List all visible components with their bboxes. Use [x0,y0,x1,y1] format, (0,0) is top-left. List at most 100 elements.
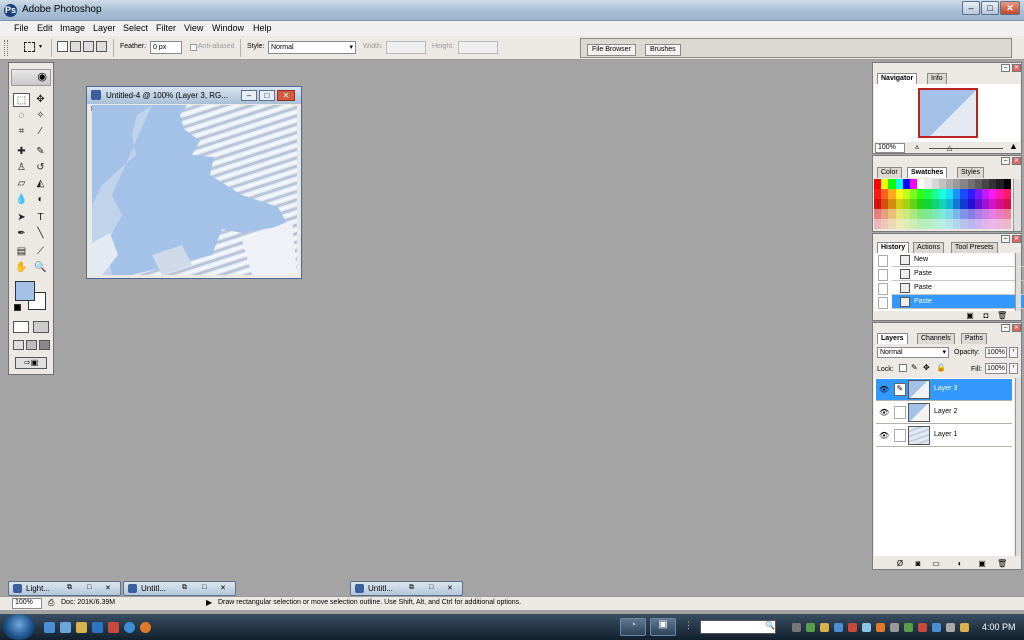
color-swatch[interactable] [895,189,903,199]
zoom-tool-icon[interactable]: 🔍 [32,261,49,275]
layer-row[interactable]: 👁 Layer 2 [876,402,1012,424]
panel-close-icon[interactable]: ✕ [1012,324,1021,332]
color-swatch[interactable] [917,219,925,229]
color-swatch[interactable] [917,189,925,199]
color-swatch[interactable] [967,219,975,229]
tab-file-browser[interactable]: File Browser [587,44,636,56]
quick-mask-icon[interactable] [33,321,49,333]
paint-bucket-icon[interactable]: ◭ [32,177,49,191]
restore-button[interactable]: □ [981,1,999,15]
tab-styles[interactable]: Styles [957,167,985,178]
color-swatch[interactable] [888,179,896,189]
internet-explorer-icon[interactable] [124,622,135,633]
tray-icon[interactable] [848,623,857,632]
full-screen-icon[interactable] [39,340,50,350]
history-brush-source-box[interactable] [878,255,888,267]
search-icon[interactable]: 🔍 [765,621,775,630]
color-swatch[interactable] [874,189,882,199]
menu-layer[interactable]: Layer [93,23,116,33]
color-swatch[interactable] [895,199,903,209]
color-swatch[interactable] [967,179,975,189]
trash-icon[interactable]: 🗑 [997,558,1007,570]
slice-tool-icon[interactable]: ⁄ [32,125,49,139]
color-swatch[interactable] [888,199,896,209]
color-swatch[interactable] [974,189,982,199]
color-swatch[interactable] [996,209,1004,219]
tab-paths[interactable]: Paths [961,333,987,344]
color-swatch[interactable] [910,219,918,229]
tray-icon[interactable] [834,623,843,632]
color-swatch[interactable] [982,209,990,219]
notes-tool-icon[interactable]: ▤ [13,245,30,259]
new-layer-icon[interactable]: ▣ [977,558,987,570]
color-swatch[interactable] [974,199,982,209]
path-selection-icon[interactable]: ➤ [13,211,30,225]
color-swatch[interactable] [931,209,939,219]
volume-icon[interactable] [946,623,955,632]
color-swatch[interactable] [1003,219,1011,229]
close-icon[interactable]: ✕ [220,584,226,592]
tray-icon[interactable] [806,623,815,632]
healing-brush-icon[interactable]: ✚ [13,145,30,159]
eyedropper-icon[interactable]: ⟋ [32,245,49,259]
image-canvas[interactable] [92,105,297,275]
color-swatch[interactable] [895,209,903,219]
color-swatch[interactable] [996,189,1004,199]
tab-channels[interactable]: Channels [917,333,955,344]
marquee-preset-icon[interactable] [24,42,35,52]
color-swatch[interactable] [974,179,982,189]
magic-wand-icon[interactable]: ✧ [32,109,49,123]
color-swatch[interactable] [902,209,910,219]
close-icon[interactable]: ✕ [447,584,453,592]
panel-minimize-icon[interactable]: – [1001,157,1010,165]
color-swatch[interactable] [946,199,954,209]
color-swatch[interactable] [874,199,882,209]
color-swatch[interactable] [974,219,982,229]
navigator-zoom-input[interactable]: 100% [875,143,905,153]
history-brush-icon[interactable]: ↺ [32,161,49,175]
color-swatch[interactable] [938,219,946,229]
layers-scrollbar[interactable] [1015,378,1021,556]
opacity-arrow-icon[interactable]: › [1009,347,1018,358]
style-select[interactable]: Normal ▾ [268,41,356,54]
color-swatch[interactable] [888,219,896,229]
panel-close-icon[interactable]: ✕ [1012,235,1021,243]
color-swatch[interactable] [895,179,903,189]
color-swatch[interactable] [953,209,961,219]
lock-all-icon[interactable]: 🔒 [936,363,946,372]
menu-window[interactable]: Window [212,23,244,33]
color-swatch[interactable] [989,209,997,219]
color-swatch[interactable] [910,189,918,199]
doc-maximize-button[interactable]: □ [259,90,275,101]
standard-mode-icon[interactable] [13,321,29,333]
lasso-tool-icon[interactable]: ◌ [13,109,30,123]
history-item-selected[interactable]: Paste [892,295,1024,309]
eye-icon[interactable]: 👁 [879,385,889,394]
color-swatch[interactable] [946,209,954,219]
width-input[interactable] [386,41,426,54]
color-swatch[interactable] [924,189,932,199]
minimized-document[interactable]: Untitl... ⧉ □ ✕ [350,581,463,596]
menu-help[interactable]: Help [253,23,272,33]
color-swatch[interactable] [902,179,910,189]
tab-navigator[interactable]: Navigator [877,73,918,84]
eye-icon[interactable]: 👁 [879,431,889,440]
zoom-slider[interactable] [929,148,1003,149]
color-swatch[interactable] [989,219,997,229]
menu-select[interactable]: Select [123,23,148,33]
taskbar-photoshop-button[interactable]: ▣ [650,618,676,636]
color-swatch[interactable] [917,209,925,219]
standard-screen-icon[interactable] [13,340,24,350]
color-swatch[interactable] [996,179,1004,189]
minimize-button[interactable]: – [962,1,980,15]
color-swatch[interactable] [982,199,990,209]
tray-icon[interactable] [890,623,899,632]
layer-row[interactable]: 👁 Layer 1 [876,425,1012,447]
color-swatch[interactable] [881,179,889,189]
color-swatch[interactable] [902,189,910,199]
color-swatch[interactable] [902,199,910,209]
color-swatch[interactable] [917,199,925,209]
color-swatch[interactable] [938,209,946,219]
status-zoom-input[interactable]: 100% [12,598,42,609]
color-swatch[interactable] [946,219,954,229]
